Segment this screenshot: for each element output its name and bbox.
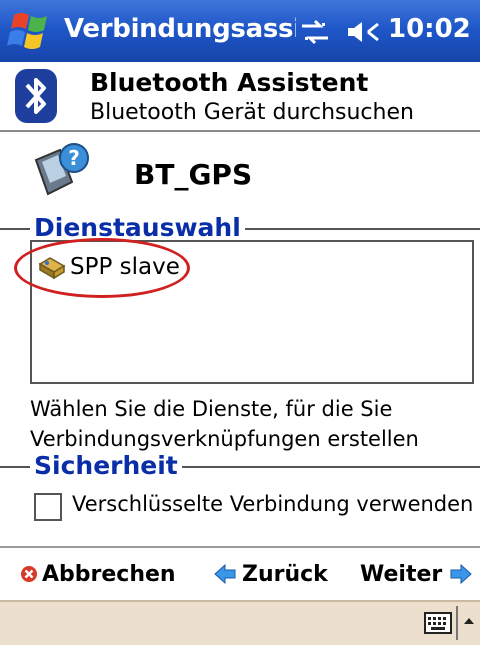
services-group-label: Dienstauswahl bbox=[30, 213, 245, 242]
device-icon: ? bbox=[34, 143, 89, 196]
back-button[interactable]: Zurück bbox=[214, 556, 328, 592]
cancel-button[interactable]: Abbrechen bbox=[20, 556, 176, 592]
device-name: BT_GPS bbox=[134, 158, 253, 191]
next-arrow-icon bbox=[450, 564, 472, 584]
menu-bar bbox=[0, 600, 480, 645]
svg-text:?: ? bbox=[68, 146, 80, 170]
clock[interactable]: 10:02 bbox=[388, 14, 471, 44]
back-label: Zurück bbox=[242, 561, 328, 587]
back-arrow-icon bbox=[214, 564, 236, 584]
keyboard-icon[interactable] bbox=[424, 612, 452, 634]
header-divider bbox=[0, 130, 480, 132]
services-list[interactable]: SPP slave bbox=[30, 240, 474, 384]
list-item[interactable]: SPP slave bbox=[38, 252, 180, 282]
encrypted-connection-label[interactable]: Verschlüsselte Verbindung verwenden bbox=[72, 492, 473, 516]
wizard-header: Bluetooth Assistent Bluetooth Gerät durc… bbox=[0, 62, 480, 130]
cancel-label: Abbrechen bbox=[42, 561, 176, 587]
encrypted-connection-checkbox[interactable] bbox=[34, 493, 62, 521]
window-title: Verbindungsassiste bbox=[64, 14, 296, 44]
security-group-label: Sicherheit bbox=[30, 451, 182, 480]
header-subtitle: Bluetooth Gerät durchsuchen bbox=[90, 100, 414, 125]
next-button[interactable]: Weiter bbox=[360, 556, 472, 592]
title-bar: Verbindungsassiste 10:02 bbox=[0, 0, 480, 62]
input-panel-arrow-icon[interactable] bbox=[456, 606, 478, 640]
action-bar-divider bbox=[0, 546, 480, 548]
header-title: Bluetooth Assistent bbox=[90, 68, 369, 97]
connectivity-icon[interactable] bbox=[300, 18, 330, 46]
cancel-icon bbox=[21, 566, 37, 582]
next-label: Weiter bbox=[360, 561, 443, 587]
bluetooth-icon bbox=[15, 69, 57, 123]
volume-icon[interactable] bbox=[344, 18, 382, 46]
service-label: SPP slave bbox=[70, 254, 180, 280]
windows-flag-icon[interactable] bbox=[6, 7, 56, 55]
service-icon bbox=[38, 257, 66, 280]
